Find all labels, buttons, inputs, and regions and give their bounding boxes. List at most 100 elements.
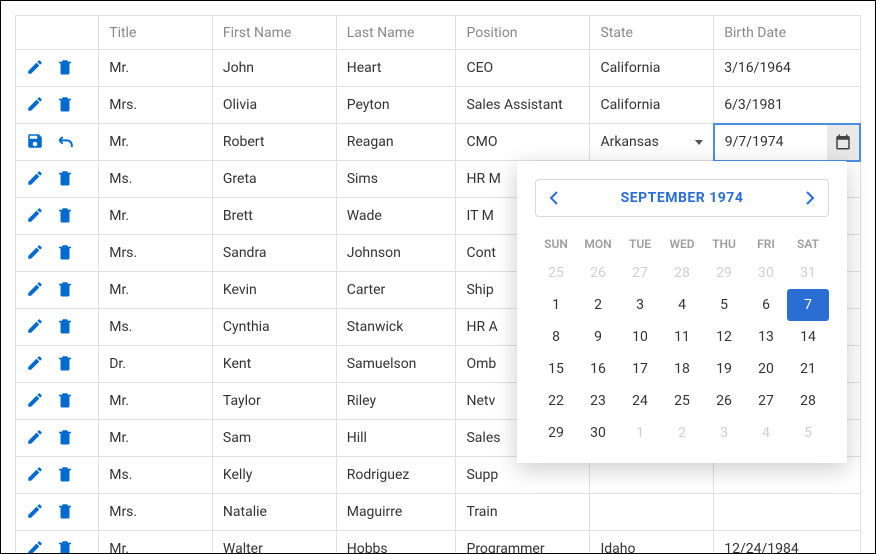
calendar-day[interactable]: 1 (535, 289, 577, 321)
delete-button[interactable] (56, 391, 76, 411)
calendar-day[interactable]: 29 (535, 417, 577, 449)
cell-lastname: Carter (336, 272, 456, 309)
calendar-day[interactable]: 25 (535, 257, 577, 289)
delete-button[interactable] (56, 502, 76, 522)
calendar-day[interactable]: 25 (661, 385, 703, 417)
calendar-day[interactable]: 31 (787, 257, 829, 289)
calendar-day[interactable]: 2 (661, 417, 703, 449)
edit-button[interactable] (26, 206, 46, 226)
cell-firstname: Sam (212, 420, 336, 457)
calendar-day[interactable]: 3 (619, 289, 661, 321)
header-title[interactable]: Title (99, 16, 213, 50)
calendar-day[interactable]: 28 (661, 257, 703, 289)
edit-button[interactable] (26, 391, 46, 411)
calendar-day[interactable]: 12 (703, 321, 745, 353)
calendar-day[interactable]: 24 (619, 385, 661, 417)
edit-button[interactable] (26, 354, 46, 374)
calendar-prev-button[interactable] (536, 191, 572, 205)
calendar-title[interactable]: SEPTEMBER 1974 (572, 190, 792, 206)
calendar-next-button[interactable] (792, 191, 828, 205)
calendar-day[interactable]: 22 (535, 385, 577, 417)
calendar-day[interactable]: 29 (703, 257, 745, 289)
cell-birthdate (714, 494, 860, 531)
cell-title[interactable]: Mr. (99, 124, 213, 161)
calendar-day[interactable]: 19 (703, 353, 745, 385)
calendar-day[interactable]: 14 (787, 321, 829, 353)
calendar-day[interactable]: 15 (535, 353, 577, 385)
save-button[interactable] (26, 132, 46, 152)
calendar-day[interactable]: 4 (661, 289, 703, 321)
calendar-day[interactable]: 21 (787, 353, 829, 385)
calendar-day[interactable]: 30 (745, 257, 787, 289)
edit-button[interactable] (26, 428, 46, 448)
calendar-day[interactable]: 17 (619, 353, 661, 385)
calendar-day[interactable]: 16 (577, 353, 619, 385)
birthdate-input[interactable]: 9/7/1974 (715, 125, 827, 160)
calendar-week: 1234567 (535, 289, 829, 321)
calendar-day[interactable]: 27 (619, 257, 661, 289)
state-select[interactable]: Arkansas (600, 134, 702, 150)
calendar-day[interactable]: 23 (577, 385, 619, 417)
cell-state[interactable]: Arkansas (590, 124, 714, 161)
edit-button[interactable] (26, 465, 46, 485)
delete-button[interactable] (56, 243, 76, 263)
delete-button[interactable] (56, 95, 76, 115)
edit-button[interactable] (26, 243, 46, 263)
edit-button[interactable] (26, 502, 46, 522)
calendar-day[interactable]: 11 (661, 321, 703, 353)
header-state[interactable]: State (590, 16, 714, 50)
cell-lastname: Samuelson (336, 346, 456, 383)
header-birthdate[interactable]: Birth Date (714, 16, 860, 50)
delete-button[interactable] (56, 354, 76, 374)
edit-button[interactable] (26, 169, 46, 189)
calendar-day[interactable]: 4 (745, 417, 787, 449)
calendar-day[interactable]: 8 (535, 321, 577, 353)
header-lastname[interactable]: Last Name (336, 16, 456, 50)
actions-cell (16, 494, 99, 531)
header-row: Title First Name Last Name Position Stat… (16, 16, 861, 50)
cell-position[interactable]: CMO (456, 124, 590, 161)
calendar-day[interactable]: 10 (619, 321, 661, 353)
calendar-day[interactable]: 26 (577, 257, 619, 289)
cell-lastname: Heart (336, 50, 456, 87)
calendar-day[interactable]: 20 (745, 353, 787, 385)
calendar-day[interactable]: 2 (577, 289, 619, 321)
header-firstname[interactable]: First Name (212, 16, 336, 50)
revert-button[interactable] (56, 132, 76, 152)
delete-button[interactable] (56, 539, 76, 554)
cell-firstname: Kent (212, 346, 336, 383)
actions-cell (16, 124, 99, 161)
calendar-dow: WED (661, 231, 703, 257)
actions-cell (16, 309, 99, 346)
calendar-day[interactable]: 1 (619, 417, 661, 449)
cell-firstname[interactable]: Robert (212, 124, 336, 161)
delete-button[interactable] (56, 169, 76, 189)
delete-button[interactable] (56, 280, 76, 300)
calendar-day[interactable]: 26 (703, 385, 745, 417)
delete-button[interactable] (56, 206, 76, 226)
calendar-day[interactable]: 5 (703, 289, 745, 321)
delete-button[interactable] (56, 58, 76, 78)
calendar-day[interactable]: 30 (577, 417, 619, 449)
calendar-day[interactable]: 13 (745, 321, 787, 353)
delete-button[interactable] (56, 428, 76, 448)
calendar-day[interactable]: 27 (745, 385, 787, 417)
calendar-day-selected[interactable]: 7 (787, 289, 829, 321)
calendar-day[interactable]: 3 (703, 417, 745, 449)
calendar-day[interactable]: 5 (787, 417, 829, 449)
edit-button[interactable] (26, 280, 46, 300)
calendar-dow: MON (577, 231, 619, 257)
cell-lastname[interactable]: Reagan (336, 124, 456, 161)
date-picker-button[interactable] (827, 125, 859, 160)
edit-button[interactable] (26, 317, 46, 337)
delete-button[interactable] (56, 465, 76, 485)
calendar-day[interactable]: 6 (745, 289, 787, 321)
calendar-day[interactable]: 28 (787, 385, 829, 417)
edit-button[interactable] (26, 95, 46, 115)
edit-button[interactable] (26, 539, 46, 554)
calendar-day[interactable]: 18 (661, 353, 703, 385)
calendar-day[interactable]: 9 (577, 321, 619, 353)
header-position[interactable]: Position (456, 16, 590, 50)
edit-button[interactable] (26, 58, 46, 78)
delete-button[interactable] (56, 317, 76, 337)
